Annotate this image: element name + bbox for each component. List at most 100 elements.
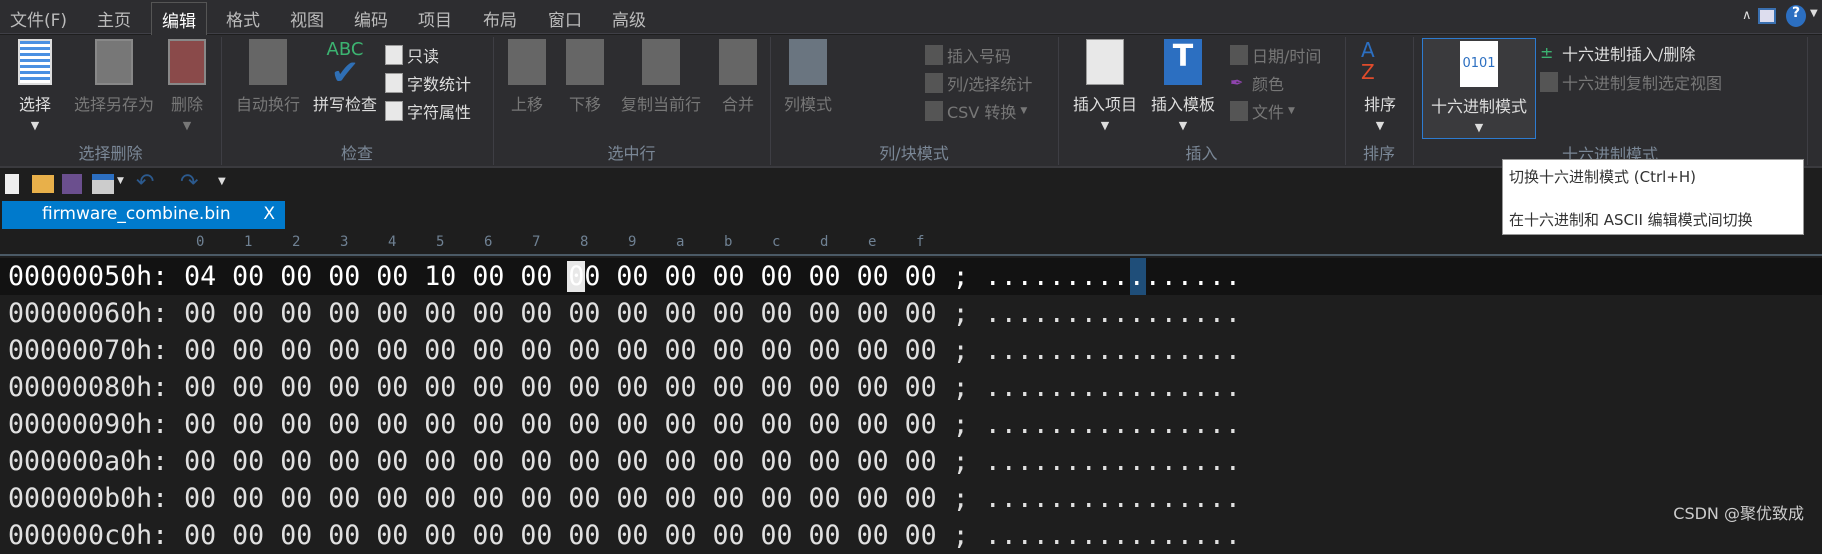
hex-row[interactable]: 000000c0h: 00 00 00 00 00 00 00 00 00 00… xyxy=(0,517,1822,554)
move-up-button[interactable]: 上移 xyxy=(505,39,549,115)
row-ascii[interactable]: ................ xyxy=(985,520,1241,551)
row-separator: ; xyxy=(952,298,969,329)
duplicate-line-button[interactable]: 复制当前行 xyxy=(615,39,707,115)
save-icon[interactable] xyxy=(62,174,82,194)
menu-advanced[interactable]: 高级 xyxy=(612,6,646,31)
row-bytes[interactable]: 00 00 00 00 00 00 00 00 00 00 00 00 00 0… xyxy=(184,520,937,551)
hex-row[interactable]: 00000070h: 00 00 00 00 00 00 00 00 00 00… xyxy=(0,332,1822,369)
menu-view[interactable]: 视图 xyxy=(290,6,324,31)
group-label-sort: 排序 xyxy=(1362,144,1395,163)
help-icon[interactable]: ? xyxy=(1786,5,1806,27)
file-button[interactable]: 文件 ▼ xyxy=(1230,99,1295,123)
row-offset: 00000080h: xyxy=(8,372,169,403)
word-count-button[interactable]: 字数统计 xyxy=(385,71,471,95)
merge-button[interactable]: 合并 xyxy=(716,39,760,115)
menu-project[interactable]: 项目 xyxy=(418,6,452,31)
row-bytes[interactable]: 00 00 00 00 00 00 00 00 00 00 00 00 00 0… xyxy=(184,298,937,329)
file-icon xyxy=(1230,101,1248,121)
char-props-button[interactable]: 字符属性 xyxy=(385,99,471,123)
hex-row[interactable]: 000000a0h: 00 00 00 00 00 00 00 00 00 00… xyxy=(0,443,1822,480)
column-stats-icon xyxy=(925,73,943,93)
dropdown-icon[interactable]: ▼ xyxy=(1810,8,1818,19)
hex-copy-view-button[interactable]: 十六进制复制选定视图 xyxy=(1540,70,1722,94)
datetime-button[interactable]: 日期/时间 xyxy=(1230,43,1321,67)
row-offset: 00000090h: xyxy=(8,409,169,440)
menu-format[interactable]: 格式 xyxy=(226,6,260,31)
row-ascii[interactable]: ................ xyxy=(985,298,1241,329)
row-offset: 00000050h: xyxy=(8,261,169,292)
ruler-column-label: c xyxy=(772,234,781,250)
insert-item-button[interactable]: 插入项目 ▼ xyxy=(1066,39,1144,132)
spell-check-button[interactable]: ABC ✔ 拼写检查 xyxy=(305,39,385,115)
row-bytes[interactable]: 00 00 00 00 00 00 00 00 00 00 00 00 00 0… xyxy=(184,335,937,366)
print-icon[interactable] xyxy=(92,174,114,194)
menu-encoding[interactable]: 编码 xyxy=(354,6,388,31)
customize-toolbar-icon[interactable]: ▼ xyxy=(218,176,226,187)
row-ascii[interactable]: ................ xyxy=(985,446,1241,477)
column-mode-icon xyxy=(789,39,827,85)
row-ascii[interactable]: ................ xyxy=(985,483,1241,514)
row-bytes[interactable]: 00 00 00 00 00 00 00 00 00 00 00 00 00 0… xyxy=(184,483,937,514)
insert-number-button[interactable]: 插入号码 xyxy=(925,43,1011,67)
row-ascii[interactable]: ................ xyxy=(985,335,1241,366)
new-file-icon[interactable] xyxy=(5,174,19,194)
ruler-column-label: 5 xyxy=(436,234,445,250)
word-count-icon xyxy=(385,73,403,93)
menu-edit[interactable]: 编辑 xyxy=(151,2,207,35)
menu-window[interactable]: 窗口 xyxy=(548,6,582,31)
menu-home[interactable]: 主页 xyxy=(97,6,131,31)
duplicate-line-icon xyxy=(642,39,680,85)
row-bytes[interactable]: 00 00 00 00 00 00 00 00 00 00 00 00 00 0… xyxy=(184,446,937,477)
menu-bar: 文件(F) 主页 编辑 格式 视图 编码 项目 布局 窗口 高级 ∧ ? ▼ xyxy=(0,0,1822,35)
sort-az-icon: AZ xyxy=(1361,38,1375,84)
auto-wrap-button[interactable]: 自动换行 xyxy=(228,39,308,115)
collapse-ribbon-icon[interactable]: ∧ xyxy=(1742,8,1752,23)
hex-mode-button[interactable]: 0101 十六进制模式 ▼ xyxy=(1422,38,1536,139)
hex-insert-delete-button[interactable]: ± 十六进制插入/删除 xyxy=(1540,41,1695,65)
quick-access-toolbar: ▼ ↶ ↷ ▼ xyxy=(0,170,260,198)
hex-row[interactable]: 00000050h: 04 00 00 00 00 10 00 00 00 00… xyxy=(0,258,1822,295)
row-ascii[interactable]: ................ xyxy=(985,261,1241,292)
column-stats-button[interactable]: 列/选择统计 xyxy=(925,71,1032,95)
file-tab-name: firmware_combine.bin xyxy=(42,204,231,224)
hex-copy-icon xyxy=(1540,72,1558,92)
row-ascii[interactable]: ................ xyxy=(985,372,1241,403)
close-tab-icon[interactable]: X xyxy=(263,204,275,224)
row-bytes[interactable]: 00 00 00 00 00 00 00 00 00 00 00 00 00 0… xyxy=(184,409,937,440)
open-folder-icon[interactable] xyxy=(32,175,54,193)
file-tab[interactable]: firmware_combine.bin X xyxy=(2,201,285,229)
insert-template-button[interactable]: T 插入模板 ▼ xyxy=(1144,39,1222,132)
hex-row[interactable]: 00000090h: 00 00 00 00 00 00 00 00 00 00… xyxy=(0,406,1822,443)
delete-icon xyxy=(168,39,206,85)
row-separator: ; xyxy=(952,261,969,292)
menu-file[interactable]: 文件(F) xyxy=(10,6,67,31)
color-button[interactable]: ✒ 颜色 xyxy=(1230,71,1284,95)
auto-wrap-label: 自动换行 xyxy=(235,95,300,114)
sort-button[interactable]: A Z 排序 ▼ xyxy=(1355,39,1405,132)
hex-row[interactable]: 00000080h: 00 00 00 00 00 00 00 00 00 00… xyxy=(0,369,1822,406)
ruler-column-label: 1 xyxy=(244,234,253,250)
move-down-button[interactable]: 下移 xyxy=(563,39,607,115)
row-bytes[interactable]: 04 00 00 00 00 10 00 00 00 00 00 00 00 0… xyxy=(184,261,937,292)
row-offset: 000000c0h: xyxy=(8,520,169,551)
column-mode-button[interactable]: 列模式 xyxy=(778,39,838,115)
undo-icon[interactable]: ↶ xyxy=(136,170,154,195)
row-separator: ; xyxy=(952,372,969,403)
csv-icon xyxy=(925,101,943,121)
move-down-icon xyxy=(566,39,604,85)
row-ascii[interactable]: ................ xyxy=(985,409,1241,440)
hex-row[interactable]: 000000b0h: 00 00 00 00 00 00 00 00 00 00… xyxy=(0,480,1822,517)
read-only-button[interactable]: 只读 xyxy=(385,43,439,67)
select-button[interactable]: 选择 ▼ xyxy=(10,39,60,132)
layout-icon[interactable] xyxy=(1758,8,1776,24)
row-bytes[interactable]: 00 00 00 00 00 00 00 00 00 00 00 00 00 0… xyxy=(184,372,937,403)
csv-convert-button[interactable]: CSV 转换 ▼ xyxy=(925,99,1027,123)
ruler-column-label: 4 xyxy=(388,234,397,250)
row-separator: ; xyxy=(952,335,969,366)
save-selection-button[interactable]: 选择另存为 xyxy=(64,39,164,115)
delete-button[interactable]: 删除 ▼ xyxy=(164,39,210,132)
print-dropdown-icon[interactable]: ▼ xyxy=(117,176,124,186)
hex-row[interactable]: 00000060h: 00 00 00 00 00 00 00 00 00 00… xyxy=(0,295,1822,332)
menu-layout[interactable]: 布局 xyxy=(483,6,517,31)
redo-icon[interactable]: ↷ xyxy=(180,170,198,195)
